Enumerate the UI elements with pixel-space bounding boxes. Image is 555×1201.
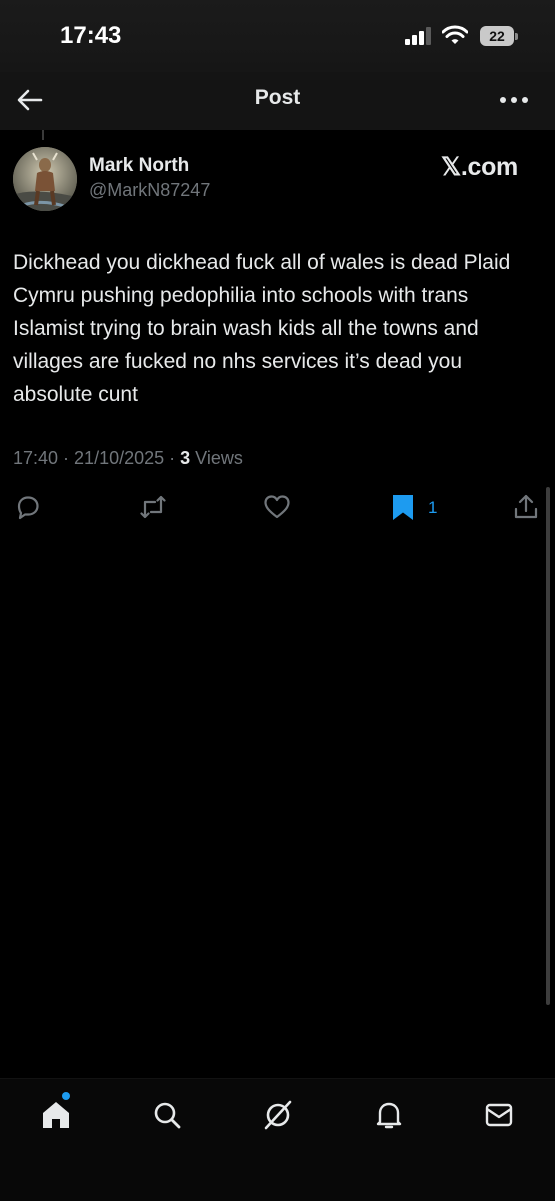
views-label: Views (195, 448, 243, 468)
notifications-icon (376, 1102, 402, 1129)
bookmark-icon (393, 495, 413, 520)
bookmark-count: 1 (428, 498, 438, 517)
nav-home[interactable] (40, 1099, 72, 1131)
share-icon (514, 494, 538, 519)
nav-grok[interactable] (262, 1099, 294, 1131)
more-options-button[interactable] (498, 86, 530, 114)
post-date: 21/10/2025 (74, 448, 165, 468)
views-count: 3 (180, 448, 191, 468)
bottom-navigation (0, 1078, 555, 1201)
grok-icon (264, 1100, 292, 1130)
x-com-logo: 𝕏.com (441, 153, 518, 181)
nav-notifications[interactable] (373, 1099, 405, 1131)
avatar[interactable] (13, 147, 77, 211)
bookmark-button[interactable] (390, 493, 418, 523)
nav-search[interactable] (151, 1099, 183, 1131)
page-title: Post (254, 86, 301, 109)
home-notification-dot (62, 1092, 70, 1100)
wifi-icon (442, 25, 468, 44)
avatar-image (13, 147, 77, 211)
author-handle[interactable]: @MarkN87247 (89, 180, 210, 201)
post-text: Dickhead you dickhead fuck all of wales … (13, 251, 511, 406)
reply-icon (17, 496, 39, 520)
repost-button[interactable] (139, 493, 167, 523)
more-dots-icon (500, 97, 528, 103)
top-bar: Post (0, 72, 555, 130)
meta-separator: · (58, 448, 75, 468)
home-icon (43, 1102, 69, 1128)
messages-icon (485, 1103, 513, 1127)
nav-messages[interactable] (483, 1099, 515, 1131)
search-icon (154, 1102, 181, 1129)
status-bar: 17:43 22 (0, 0, 555, 72)
status-time: 17:43 (60, 22, 122, 49)
repost-icon (140, 495, 166, 519)
reply-button[interactable] (14, 493, 42, 523)
cellular-signal-icon (405, 27, 431, 45)
scrollbar[interactable] (546, 487, 550, 1005)
author-name[interactable]: Mark North (89, 155, 189, 177)
share-button[interactable] (512, 493, 540, 523)
like-icon (264, 495, 290, 519)
meta-separator: · (164, 448, 181, 468)
like-button[interactable] (263, 493, 291, 523)
post-meta: 17:40 · 21/10/2025 · 3 Views (13, 448, 243, 469)
battery-indicator: 22 (480, 26, 518, 46)
thread-connector (42, 130, 44, 140)
post-time: 17:40 (13, 448, 59, 468)
